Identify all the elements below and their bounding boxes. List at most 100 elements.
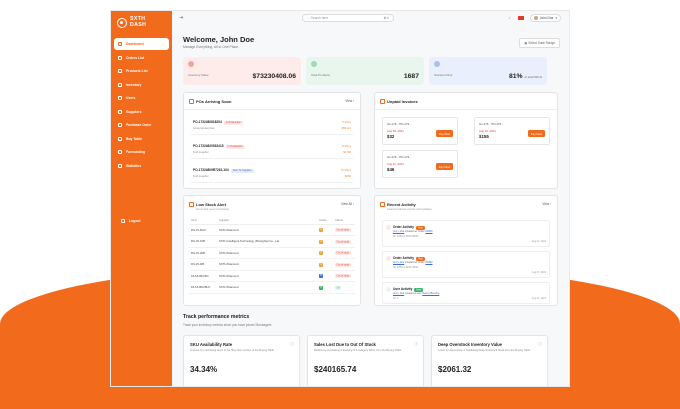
sidebar-nav: Dashboard Orders List Products List Inve…: [111, 38, 172, 172]
sidebar-item-dashboard[interactable]: Dashboard: [114, 38, 169, 50]
order-link[interactable]: #1893: [425, 230, 432, 233]
activity-tag: New: [415, 256, 425, 261]
table-row[interactable]: 18-18-800-BG SXTH Diamond B Out of stock: [189, 270, 355, 282]
column-header: Supplier: [217, 216, 317, 225]
order-icon: [386, 256, 391, 261]
list-item[interactable]: PO-17324809R7261-104 Sent To Supplier Tes…: [191, 163, 353, 183]
section-title: Track performance metrics: [183, 314, 250, 320]
invoice-date: Aug 06, 2024: [387, 129, 404, 133]
logo[interactable]: SXTH DASH: [111, 11, 172, 34]
stat-card-total-products: Total Products 1687: [306, 57, 424, 85]
sidebar-item-inventory[interactable]: Inventory: [114, 79, 169, 91]
user-link[interactable]: Danny Bouche: [422, 292, 439, 295]
view-button[interactable]: View ›: [345, 99, 354, 103]
user-menu[interactable]: John Doe ▾: [529, 14, 561, 22]
list-item[interactable]: User Activity New Jerry Joel created a us…: [382, 282, 550, 304]
sidebar-item-statistics[interactable]: Statistics: [114, 160, 169, 172]
metric-value: $2061.32: [438, 365, 472, 374]
avatar: [533, 16, 538, 20]
main-content: ⇥ ⌕ Search here ⌘ K ☾ John Doe ▾ Welcome…: [172, 11, 569, 386]
sidebar-item-label: Orders List: [126, 55, 145, 60]
invoice-item: Inv-173... PO-173... Aug 22, 2024 $46 Pa…: [382, 150, 458, 178]
table-row[interactable]: DS-15-4IB SXTH Diamond A Out of stock: [189, 258, 355, 271]
metric-desc: Improve by purchasing items in the 'Buy …: [190, 349, 274, 352]
date-range-select[interactable]: ▦ Select Date Range: [519, 38, 560, 48]
table-row[interactable]: 18-18-800-BLK SXTH Diamond C OK: [189, 281, 355, 294]
activity-icon: [380, 202, 385, 207]
table-row[interactable]: DS-15-20B SXTH Diamond A Out of stock: [189, 247, 355, 259]
po-supplier: Group Enterprise: [193, 126, 215, 130]
metric-card-deep-overstock: Deep Overstock Inventory Value ⓘ Lower b…: [431, 335, 548, 386]
order-icon: [386, 225, 391, 230]
sidebar-item-label: Products List: [126, 69, 148, 73]
pay-now-button[interactable]: Pay Now: [435, 163, 453, 170]
metric-title: Deep Overstock Inventory Value: [438, 342, 503, 347]
stat-label: Total Products: [311, 73, 331, 77]
view-button[interactable]: View ›: [542, 202, 551, 206]
po-amount: $1706: [343, 150, 351, 154]
info-icon[interactable]: ⓘ: [538, 342, 542, 347]
list-item[interactable]: Order Activity New Jerry Joel created an …: [382, 220, 550, 247]
status-badge: In Production: [223, 120, 244, 125]
activity-id: ID: 1: [393, 297, 399, 300]
status-badge: Out of stock: [335, 228, 351, 233]
metric-card-sales-lost: Sales Lost Due to Out Of Stock ⓘ Reduce …: [307, 335, 424, 386]
table-row[interactable]: DS-15-10B SXTH Intelligent Technology (S…: [189, 235, 355, 248]
list-item[interactable]: PO-1732480818254 In Production Group Ente…: [191, 115, 353, 135]
column-header: Grade: [317, 216, 333, 225]
user-link[interactable]: Jerry Joel: [393, 261, 404, 264]
invoice-amount: $32: [387, 134, 395, 139]
sidebar-toggle-icon[interactable]: ⇥: [179, 15, 183, 21]
grade-badge: A: [319, 262, 323, 267]
invoice-date: Aug 19, 2024: [479, 129, 496, 133]
search-input[interactable]: ⌕ Search here ⌘ K: [302, 14, 394, 22]
sidebar-item-buy-table[interactable]: Buy Table: [114, 133, 169, 145]
sidebar-item-users[interactable]: Users: [114, 92, 169, 104]
activity-time: Aug 27, 2024: [531, 271, 546, 274]
sidebar-item-label: Suppliers: [126, 109, 142, 114]
activity-desc: created an Order: [404, 230, 426, 233]
sidebar-item-suppliers[interactable]: Suppliers: [114, 106, 169, 118]
activity-desc: created a user: [404, 292, 423, 295]
sku-cell: DS-15-4IB: [189, 258, 217, 271]
sidebar: SXTH DASH Dashboard Orders List Products…: [111, 11, 172, 386]
status-badge: Out of stock: [335, 251, 351, 256]
invoice-id: Inv-173... PO-173...: [387, 155, 412, 159]
order-link[interactable]: #1892: [425, 261, 432, 264]
view-all-button[interactable]: View All ›: [341, 202, 354, 206]
user-link[interactable]: Jerry Joel: [393, 292, 404, 295]
sidebar-item-label: Purchase Order: [126, 123, 152, 127]
po-supplier: Test supplier: [193, 150, 209, 154]
truck-icon: [189, 99, 194, 104]
logout-icon: [121, 218, 125, 223]
sidebar-item-purchase-order[interactable]: Purchase Order: [114, 119, 169, 131]
warning-icon: [189, 202, 194, 207]
activity-id: ID: 1656-6-8097-8694: [393, 235, 419, 238]
column-header: SKU: [189, 216, 217, 225]
user-icon: [386, 287, 391, 292]
warning-icon: [434, 61, 440, 67]
list-item[interactable]: PO-17324820533415 In Production Test supp…: [191, 139, 353, 159]
pay-now-button[interactable]: Pay Now: [435, 130, 453, 137]
moon-icon[interactable]: ☾: [509, 16, 512, 20]
sidebar-item-label: Dashboard: [126, 42, 144, 46]
flag-icon[interactable]: [517, 16, 524, 20]
sku-cell: DS-15-20B: [189, 247, 217, 259]
logout-button[interactable]: Logout: [117, 215, 145, 227]
grade-badge: A: [319, 239, 323, 244]
sidebar-item-orders-list[interactable]: Orders List: [114, 52, 169, 64]
list-item[interactable]: Order Activity New Jerry Joel created an …: [382, 251, 550, 278]
pay-now-button[interactable]: Pay Now: [527, 130, 545, 137]
sidebar-item-forecasting[interactable]: Forecasting: [114, 146, 169, 158]
user-link[interactable]: Jerry Joel: [393, 230, 404, 233]
card-title: POs Arriving Soon: [196, 99, 232, 104]
view-all-label: View All: [340, 202, 353, 206]
recent-activity-card: Recent Activity Latest business events a…: [374, 195, 558, 306]
table-row[interactable]: DS-15-5GN SXTH Diamond A Out of stock: [189, 224, 355, 236]
po-supplier: Test supplier: [193, 174, 209, 178]
sidebar-item-products-list[interactable]: Products List: [114, 65, 169, 77]
info-icon[interactable]: ⓘ: [414, 342, 418, 347]
metric-desc: Reduce by purchasing restocking of A cat…: [314, 349, 402, 352]
view-label: View: [345, 99, 353, 103]
info-icon[interactable]: ⓘ: [290, 342, 294, 347]
